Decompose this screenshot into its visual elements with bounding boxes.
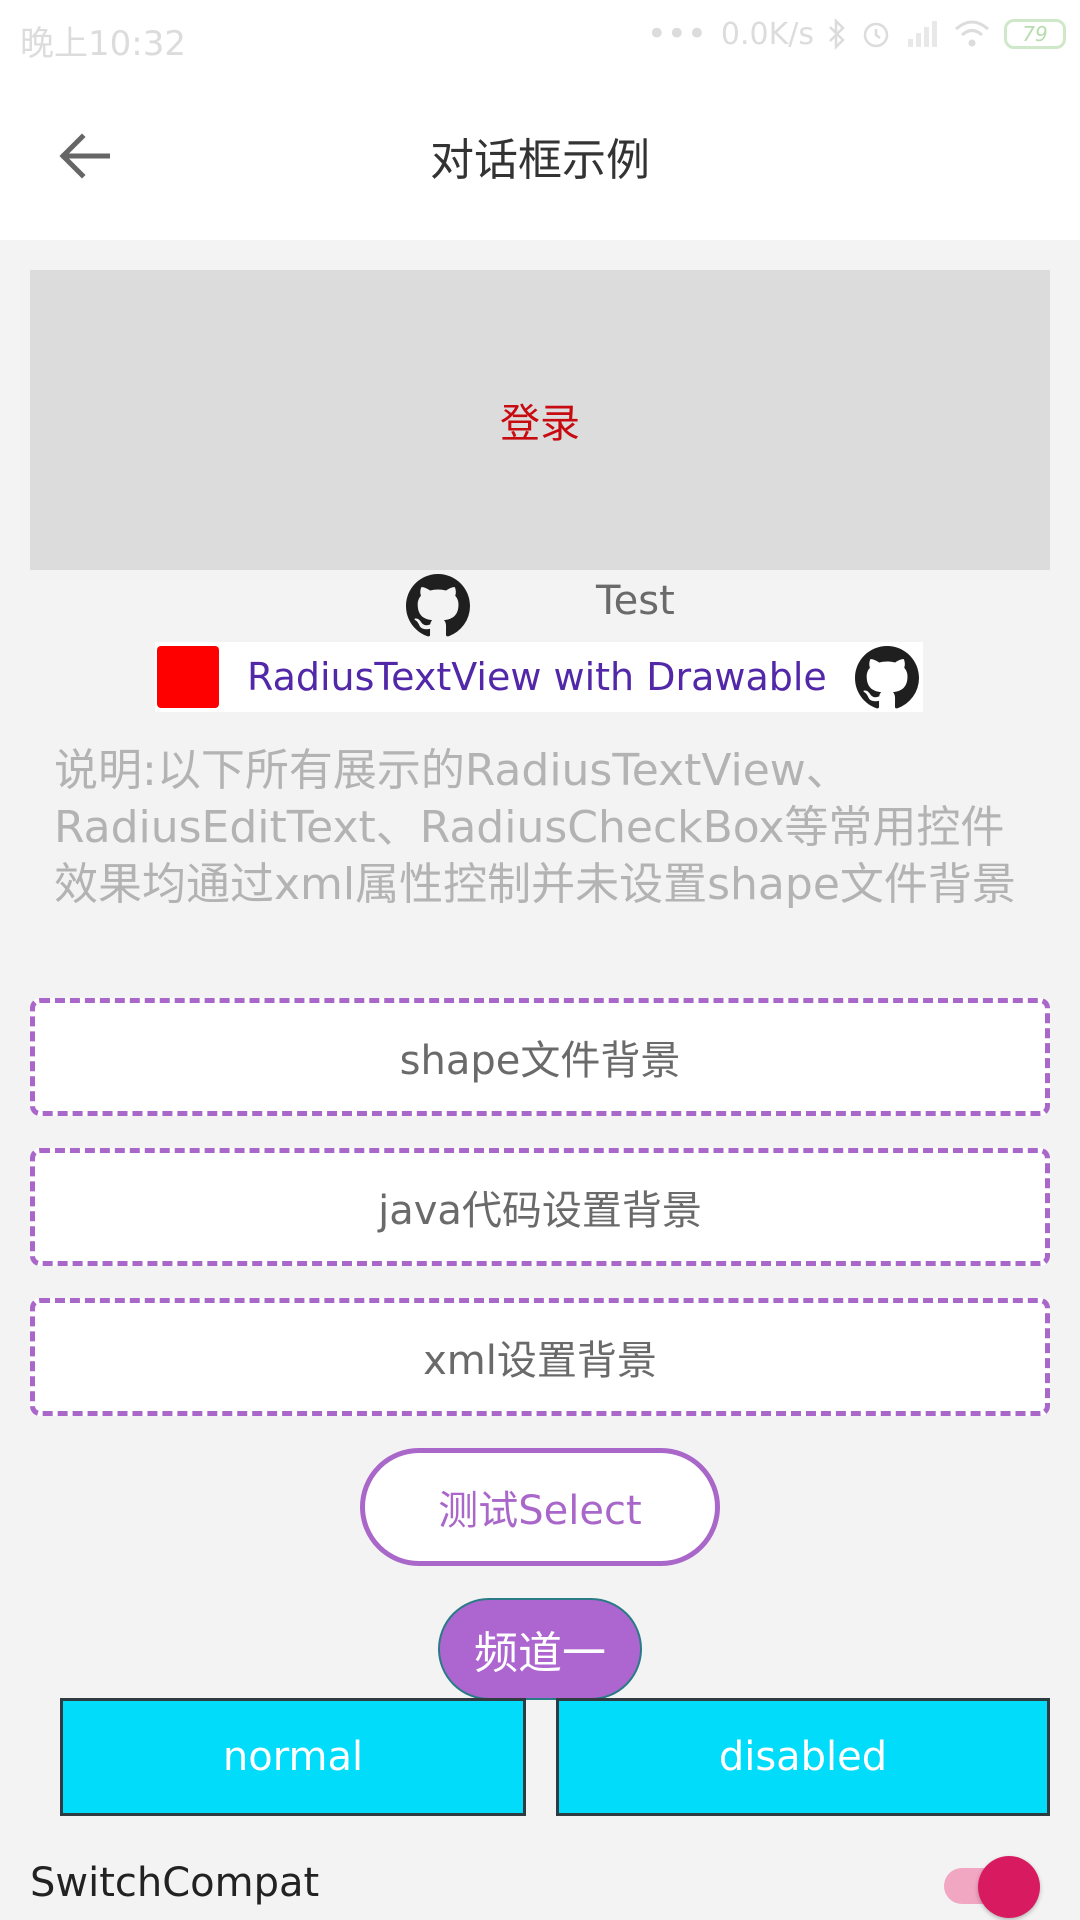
normal-button[interactable]: normal (60, 1698, 526, 1816)
radius-textview-drawable[interactable]: RadiusTextView with Drawable (155, 642, 923, 712)
java-background-label: java代码设置背景 (378, 1188, 702, 1234)
battery-icon: 79 (1004, 19, 1066, 49)
java-background-button[interactable]: java代码设置背景 (30, 1148, 1050, 1266)
login-label: 登录 (500, 401, 580, 447)
test-select-label: 测试Select (438, 1488, 642, 1534)
github-icon (855, 646, 919, 709)
battery-level: 79 (1022, 22, 1048, 46)
arrow-left-icon (59, 133, 110, 179)
red-square-drawable (157, 646, 219, 708)
disabled-label: disabled (718, 1734, 888, 1780)
test-select-button[interactable]: 测试Select (360, 1448, 720, 1566)
test-row[interactable]: Test (0, 574, 1080, 640)
xml-background-label: xml设置背景 (423, 1338, 657, 1384)
description-text: 说明:以下所有展示的RadiusTextView、RadiusEditText、… (54, 745, 1016, 910)
test-label: Test (596, 578, 675, 624)
drawable-label: RadiusTextView with Drawable (247, 655, 827, 699)
shape-background-label: shape文件背景 (399, 1038, 681, 1084)
switch-label: SwitchCompat (30, 1860, 320, 1906)
back-button[interactable] (44, 124, 124, 188)
disabled-button[interactable]: disabled (556, 1698, 1050, 1816)
status-bar: 晚上10:32 ••• 0.0K/s 79 (0, 0, 1080, 72)
page-title: 对话框示例 (430, 135, 650, 186)
channel-one-label: 频道一 (474, 1628, 606, 1679)
switch-thumb[interactable] (978, 1856, 1040, 1918)
shape-background-button[interactable]: shape文件背景 (30, 998, 1050, 1116)
status-time: 晚上10:32 (20, 24, 186, 64)
xml-background-button[interactable]: xml设置背景 (30, 1298, 1050, 1416)
alarm-icon (863, 22, 889, 48)
status-icons: ••• 0.0K/s 79 (647, 14, 1066, 54)
wifi-icon (955, 20, 989, 47)
screen: 晚上10:32 ••• 0.0K/s 79 对话框示例 登录 Test Radi… (0, 0, 1080, 1920)
bluetooth-icon (829, 18, 845, 50)
normal-label: normal (222, 1734, 364, 1780)
cell-signal-icon (908, 21, 937, 47)
login-button[interactable]: 登录 (30, 270, 1050, 570)
github-icon (406, 574, 470, 637)
signal-dots: ••• (646, 14, 707, 54)
net-speed: 0.0K/s (720, 16, 814, 52)
toolbar: 对话框示例 (0, 72, 1080, 240)
channel-one-button[interactable]: 频道一 (438, 1598, 642, 1700)
